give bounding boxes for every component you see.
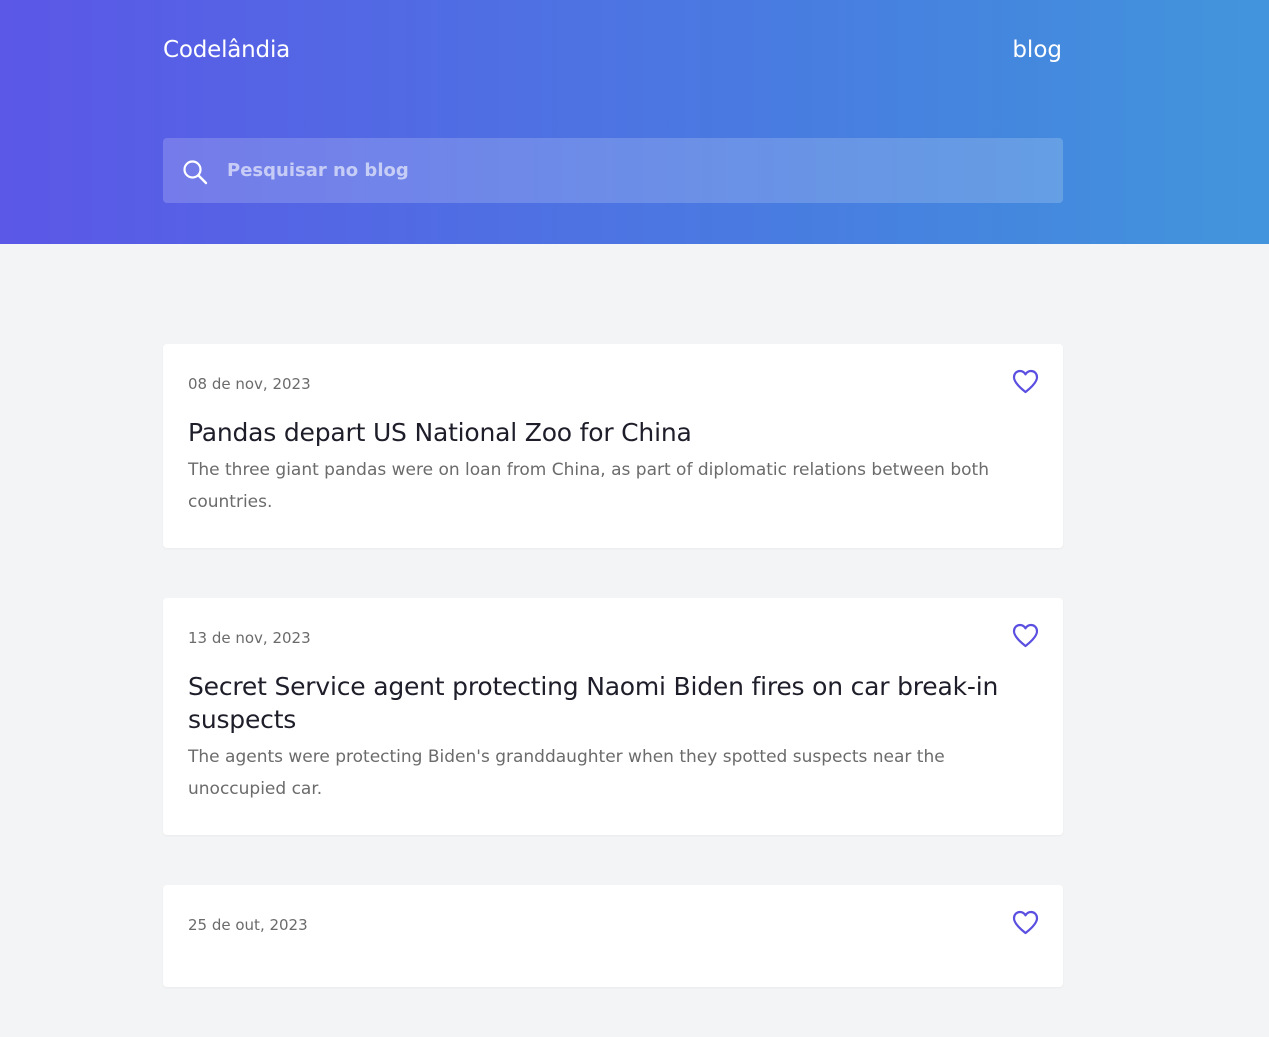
post-date: 08 de nov, 2023 xyxy=(188,375,311,393)
hero-header: Codelândia blog xyxy=(0,0,1269,244)
heart-icon[interactable] xyxy=(1012,910,1039,935)
post-list: 08 de nov, 2023 Pandas depart US Nationa… xyxy=(163,344,1063,1037)
heart-icon[interactable] xyxy=(1012,623,1039,648)
post-date: 13 de nov, 2023 xyxy=(188,629,311,647)
post-date: 25 de out, 2023 xyxy=(188,916,308,934)
search-bar[interactable] xyxy=(163,138,1063,203)
search-icon xyxy=(183,160,208,185)
post-card[interactable]: 08 de nov, 2023 Pandas depart US Nationa… xyxy=(163,344,1063,548)
nav-blog-link[interactable]: blog xyxy=(1012,34,1062,66)
post-card[interactable]: 13 de nov, 2023 Secret Service agent pro… xyxy=(163,598,1063,835)
post-excerpt: The three giant pandas were on loan from… xyxy=(188,460,989,512)
search-input[interactable] xyxy=(221,138,1051,203)
post-excerpt: The agents were protecting Biden's grand… xyxy=(188,747,945,799)
post-card[interactable]: 25 de out, 2023 xyxy=(163,885,1063,987)
post-title[interactable]: Pandas depart US National Zoo for China xyxy=(188,416,1038,449)
heart-icon[interactable] xyxy=(1012,369,1039,394)
post-title[interactable]: Secret Service agent protecting Naomi Bi… xyxy=(188,670,1038,736)
brand-logo-link[interactable]: Codelândia xyxy=(163,34,290,66)
